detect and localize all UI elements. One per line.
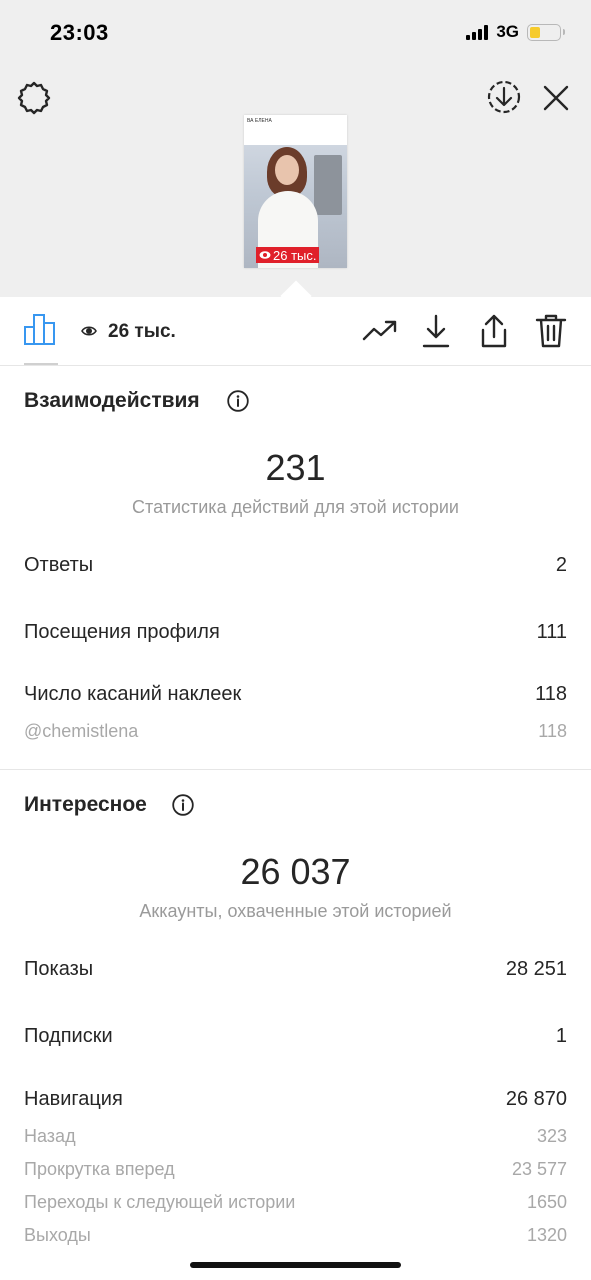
status-indicators: 3G (466, 22, 565, 42)
discovery-total: 26 037 (240, 851, 351, 892)
status-time: 23:03 (50, 20, 109, 45)
sticker-taps-value: 118 (535, 683, 567, 705)
navigation-value: 26 870 (505, 1088, 567, 1110)
sticker-taps-label: Число касаний наклеек (24, 683, 242, 705)
share-button[interactable] (475, 311, 513, 351)
eye-icon (259, 251, 271, 259)
follows-value: 1 (555, 1025, 567, 1047)
profile-visits-value: 111 (536, 621, 567, 643)
save-story-button[interactable] (484, 77, 524, 117)
section-divider (0, 769, 591, 770)
next-story-value: 1650 (526, 1192, 567, 1212)
replies-value: 2 (555, 554, 567, 576)
signal-icon (466, 24, 489, 40)
follows-label: Подписки (24, 1025, 113, 1047)
interactions-total: 231 (265, 447, 326, 488)
close-icon (543, 85, 569, 111)
mention-sticker-label: @chemistlena (24, 721, 139, 741)
mention-sticker-value: 118 (538, 721, 567, 741)
bar-chart-icon (24, 314, 55, 345)
discovery-title: Интересное (24, 793, 147, 816)
exits-label: Выходы (24, 1225, 91, 1245)
impressions-label: Показы (24, 958, 94, 980)
next-story-label: Переходы к следующей истории (24, 1192, 296, 1212)
insights-tab[interactable] (20, 309, 60, 349)
promote-button[interactable] (360, 313, 400, 349)
eye-icon (81, 326, 97, 336)
forward-value: 23 577 (511, 1159, 567, 1179)
navigation-label: Навигация (24, 1088, 123, 1110)
thumbnail-views-badge: 26 тыс. (256, 247, 320, 263)
battery-icon (527, 23, 565, 41)
views-count[interactable]: 26 тыс. (108, 321, 176, 343)
back-label: Назад (24, 1126, 76, 1146)
discovery-caption: Аккаунты, охваченные этой историей (139, 901, 452, 921)
trending-up-icon (362, 320, 397, 341)
replies-label: Ответы (24, 554, 94, 576)
back-value: 323 (536, 1126, 567, 1146)
info-icon (227, 390, 249, 412)
tab-underline (24, 363, 58, 365)
close-button[interactable] (537, 79, 575, 117)
interactions-info-button[interactable] (226, 389, 250, 413)
download-circle-icon (487, 80, 521, 114)
thumbnail-header-text: ВА ЕЛЕНА (247, 118, 272, 124)
exits-value: 1320 (526, 1225, 567, 1245)
share-icon (481, 314, 507, 348)
home-indicator[interactable] (190, 1262, 401, 1268)
profile-visits-label: Посещения профиля (24, 621, 220, 643)
network-type: 3G (496, 22, 519, 41)
impressions-value: 28 251 (505, 958, 567, 980)
discovery-info-button[interactable] (171, 793, 195, 817)
interactions-title: Взаимодействия (24, 389, 200, 412)
download-icon (422, 314, 450, 348)
insights-toolbar: 26 тыс. (0, 297, 591, 366)
viewers-tab-icon[interactable] (80, 322, 98, 340)
info-icon (172, 794, 194, 816)
story-thumbnail[interactable]: ВА ЕЛЕНА 26 тыс. (244, 115, 347, 268)
settings-button[interactable] (14, 78, 54, 118)
forward-label: Прокрутка вперед (24, 1159, 175, 1179)
trash-icon (535, 314, 567, 348)
thumbnail-views-count: 26 тыс. (273, 247, 317, 263)
interactions-caption: Статистика действий для этой истории (132, 497, 459, 517)
delete-button[interactable] (532, 311, 570, 351)
gear-icon (17, 81, 51, 115)
download-button[interactable] (418, 311, 454, 351)
